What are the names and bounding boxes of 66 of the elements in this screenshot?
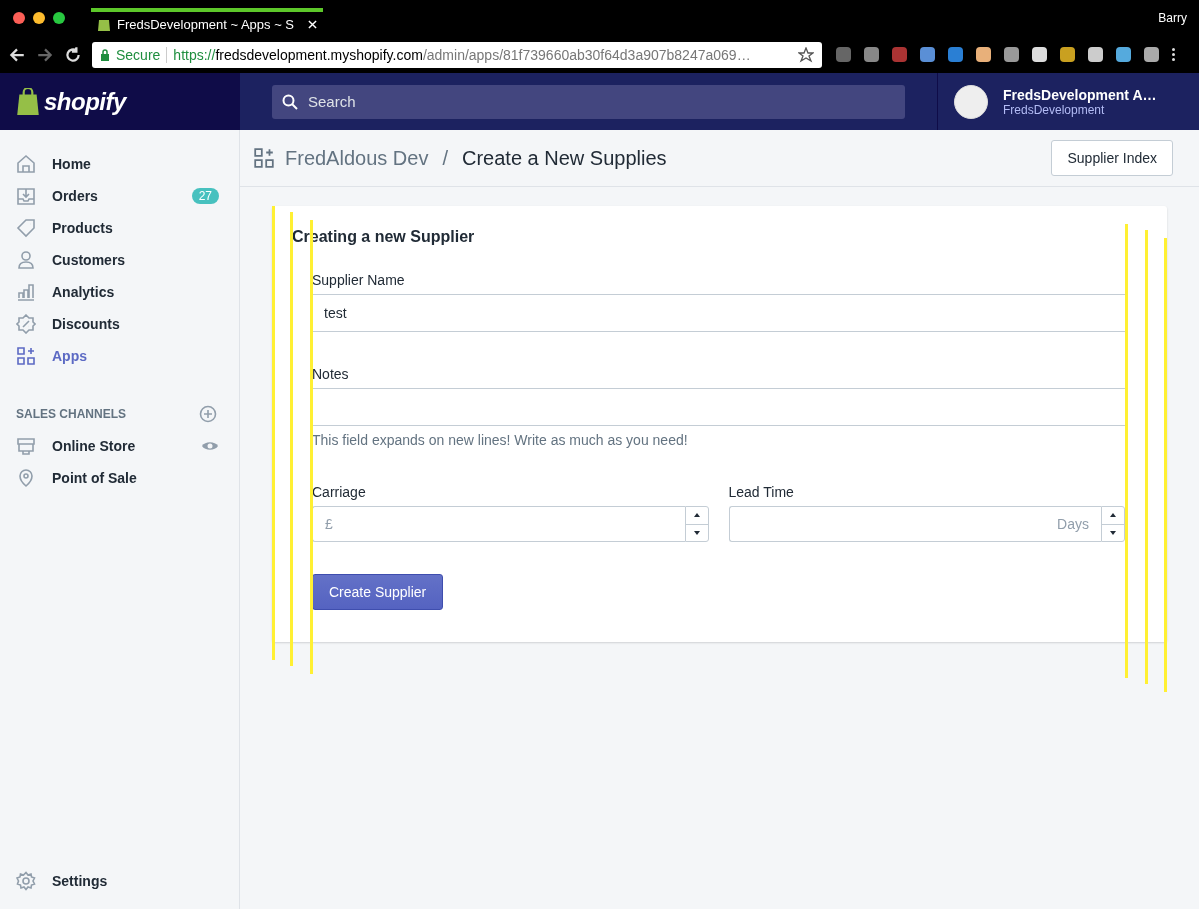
sidebar-item[interactable]: Customers [0, 244, 239, 276]
menu-icon[interactable] [1172, 48, 1176, 61]
extension-icon[interactable] [836, 47, 851, 62]
nav-icon [16, 154, 36, 174]
sidebar-item[interactable]: Home [0, 148, 239, 180]
number-field[interactable]: £ [312, 506, 685, 542]
settings-icon [16, 871, 36, 891]
profile-name[interactable]: Barry [1158, 11, 1187, 25]
nav-icon [16, 250, 36, 270]
help-text: This field expands on new lines! Write as much as you need! [312, 432, 689, 448]
sidebar-item[interactable]: Apps [0, 340, 239, 372]
store-name: FredsDevelopment [1003, 102, 1105, 117]
sidebar-item[interactable]: Analytics [0, 276, 239, 308]
sidebar-item[interactable]: Point of Sale [0, 462, 239, 494]
sidebar-item[interactable]: Discounts [0, 308, 239, 340]
nav-icon [16, 468, 36, 488]
count-badge: 27 [191, 188, 219, 204]
nav-icon [16, 436, 36, 456]
breadcrumb-link[interactable]: FredAldous Dev [285, 146, 429, 170]
nav-icon [16, 314, 36, 334]
avatar[interactable] [954, 84, 988, 119]
shopping-bag-icon [16, 87, 40, 116]
sidebar-item[interactable]: Settings [0, 865, 239, 897]
minimize-window-icon[interactable] [33, 12, 45, 24]
sidebar-item[interactable]: Orders 27 [0, 180, 239, 212]
field-label: Notes [312, 366, 350, 382]
nav-icon [16, 282, 36, 302]
breadcrumb-separator: / [442, 146, 448, 170]
extension-icon[interactable] [1088, 47, 1103, 62]
page-title: Create a New Supplies [461, 146, 667, 170]
field-label: Lead Time [728, 484, 795, 500]
extension-icon[interactable] [920, 47, 935, 62]
nav-icon [16, 346, 36, 366]
extension-icon[interactable] [1116, 47, 1131, 62]
sidebar-item[interactable]: Online Store [0, 430, 239, 462]
create-supplier-button[interactable]: Create Supplier [312, 574, 444, 610]
nav-icon [16, 186, 36, 206]
nav-icon [16, 218, 36, 238]
extension-icon[interactable] [864, 47, 879, 62]
lock-icon [100, 48, 110, 61]
input-field[interactable]: test [312, 294, 1125, 332]
account-name[interactable]: FredsDevelopment A… [1003, 86, 1157, 103]
address-bar[interactable]: Secure https://fredsdevelopment.myshopify.com/admin/apps/81f739660ab30f64d3a907b8247a069… [92, 41, 822, 68]
supplier-index-button[interactable]: Supplier Index [1051, 140, 1173, 176]
extension-icon[interactable] [976, 47, 991, 62]
apps-icon [253, 147, 275, 169]
close-tab-icon[interactable] [308, 19, 317, 29]
input-field[interactable] [312, 388, 1125, 426]
extension-icon[interactable] [1060, 47, 1075, 62]
star-icon[interactable] [798, 46, 814, 63]
section-title: SALES CHANNELS [16, 407, 126, 421]
extension-icon[interactable] [1032, 47, 1047, 62]
spinner-control[interactable] [684, 506, 709, 542]
reload-icon[interactable] [64, 45, 82, 64]
field-label: Carriage [312, 484, 367, 500]
extension-icon[interactable] [1144, 47, 1159, 62]
number-field[interactable]: Days [728, 506, 1101, 542]
extension-icon[interactable] [1004, 47, 1019, 62]
search-icon [282, 93, 298, 110]
search-field[interactable]: Search [272, 84, 905, 119]
logo-wordmark[interactable]: shopify [44, 87, 126, 116]
sidebar-item[interactable]: Products [0, 212, 239, 244]
maximize-window-icon[interactable] [53, 12, 65, 24]
extension-icon[interactable] [948, 47, 963, 62]
field-label: Supplier Name [312, 272, 406, 288]
close-window-icon[interactable] [13, 12, 25, 24]
